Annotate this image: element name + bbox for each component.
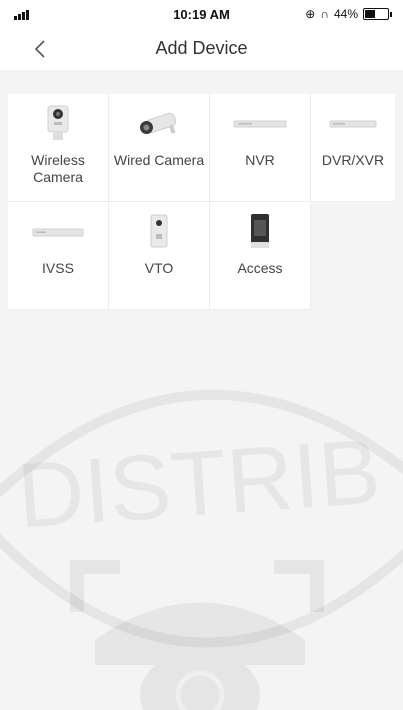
headphones-icon: ∩ — [320, 7, 329, 21]
device-type-grid: Wireless Camera Wired Camera NVR DVR/XVR… — [8, 94, 395, 310]
nav-bar: Add Device — [0, 28, 403, 70]
device-label: DVR/XVR — [321, 152, 385, 168]
device-label: IVSS — [42, 260, 74, 276]
dvr-icon — [329, 120, 377, 128]
device-label: Wireless Camera — [31, 152, 85, 185]
battery-icon — [363, 8, 392, 20]
battery-fill — [365, 10, 375, 18]
device-nvr[interactable]: NVR — [210, 94, 311, 202]
watermark-text: DISTRIB — [14, 421, 383, 548]
device-wireless-camera[interactable]: Wireless Camera — [8, 94, 109, 202]
device-label: Access — [237, 260, 283, 276]
device-vto[interactable]: VTO — [109, 202, 210, 310]
ivss-icon — [32, 228, 84, 237]
device-ivss[interactable]: IVSS — [8, 202, 109, 310]
vto-icon — [150, 214, 168, 248]
device-dvr-xvr[interactable]: DVR/XVR — [311, 94, 395, 202]
bullet-camera-icon — [139, 112, 177, 135]
location-icon: ⊕ — [305, 7, 316, 21]
status-right: ⊕ ∩ 44% — [305, 7, 392, 21]
empty-grid-cell — [311, 202, 395, 310]
battery-percent: 44% — [333, 7, 358, 21]
device-access[interactable]: Access — [210, 202, 311, 310]
device-label: Wired Camera — [113, 152, 205, 168]
wireless-camera-icon — [47, 105, 69, 140]
device-wired-camera[interactable]: Wired Camera — [109, 94, 210, 202]
distributor-watermark: DISTRIB — [0, 389, 403, 710]
device-label: VTO — [144, 260, 174, 276]
status-bar: 10:19 AM ⊕ ∩ 44% — [0, 0, 403, 28]
page-title: Add Device — [155, 38, 248, 58]
device-label: NVR — [245, 152, 275, 168]
nvr-icon — [233, 120, 287, 128]
screen: DISTRIB 10:19 AM ⊕ ∩ 44% Add Device Wire… — [0, 0, 403, 710]
access-control-icon — [251, 214, 269, 248]
